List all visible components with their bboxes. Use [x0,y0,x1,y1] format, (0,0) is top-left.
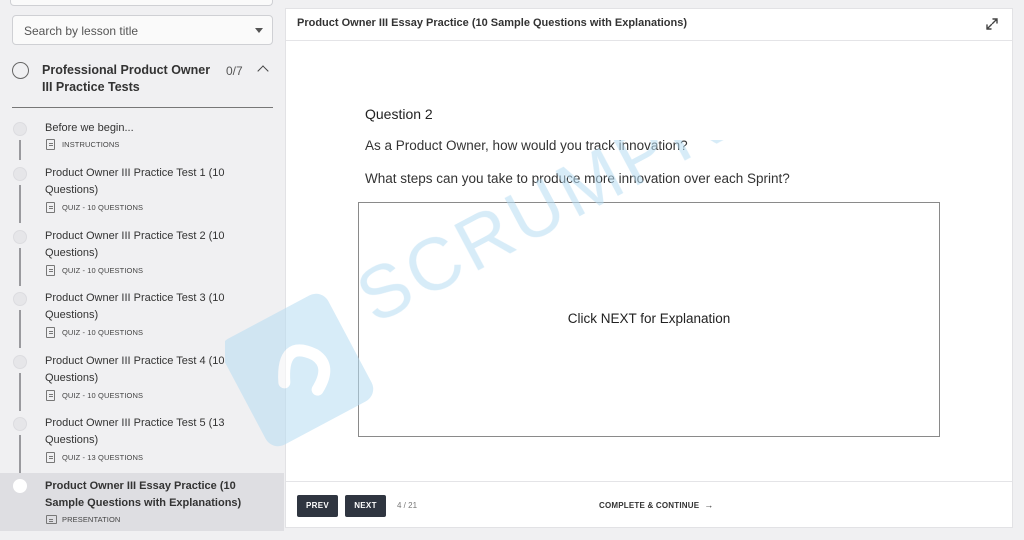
lesson-search-select[interactable]: Search by lesson title [12,15,273,45]
lesson-type: QUIZ - 10 QUESTIONS [62,391,144,400]
lesson-item[interactable]: Product Owner III Practice Test 2 (10 Qu… [0,226,284,288]
lesson-title: Product Owner III Practice Test 2 (10 Qu… [45,230,225,259]
lesson-title: Before we begin... [45,122,134,134]
course-sidebar: Search by lesson title Professional Prod… [0,0,284,540]
section-title: Professional Product Owner III Practice … [42,63,211,94]
lesson-item-active[interactable]: Product Owner III Essay Practice (10 Sam… [0,473,284,531]
chevron-up-icon[interactable] [257,65,269,77]
lesson-title: Product Owner III Essay Practice (10 Sam… [45,480,242,509]
page-counter: 4 / 21 [397,501,418,510]
presentation-icon [46,515,57,524]
lesson-status-dot [13,355,27,369]
lesson-status-dot [13,122,27,136]
timeline-connector [19,185,21,223]
question-number: Question 2 [365,106,433,122]
lesson-item[interactable]: Before we begin... INSTRUCTIONS [0,114,284,162]
lesson-status-dot [13,292,27,306]
lesson-title: Product Owner III Practice Test 3 (10 Qu… [45,292,225,321]
lesson-item[interactable]: Product Owner III Practice Test 1 (10 Qu… [0,163,284,225]
complete-continue-button[interactable]: COMPLETE & CONTINUE → [599,500,713,510]
search-placeholder: Search by lesson title [24,24,139,38]
quiz-icon [46,327,55,338]
timeline-connector [19,140,21,160]
lesson-content-panel: Product Owner III Essay Practice (10 Sam… [285,8,1013,528]
content-header: Product Owner III Essay Practice (10 Sam… [286,9,1012,41]
lesson-status-dot [13,417,27,431]
lesson-type: INSTRUCTIONS [62,140,120,149]
question-line-2: What steps can you take to produce more … [365,171,790,186]
quiz-icon [46,390,55,401]
caret-down-icon [255,28,263,33]
prev-button[interactable]: PREV [297,495,338,517]
lesson-status-dot [13,167,27,181]
lesson-item[interactable]: Product Owner III Practice Test 3 (10 Qu… [0,288,284,350]
complete-continue-label: COMPLETE & CONTINUE [599,501,700,510]
progress-ring-icon [12,62,29,79]
lesson-title: Product Owner III Practice Test 1 (10 Qu… [45,167,225,196]
section-header[interactable]: Professional Product Owner III Practice … [12,58,273,108]
question-line-1: As a Product Owner, how would you track … [365,138,688,153]
lesson-type: QUIZ - 13 QUESTIONS [62,453,144,462]
sidebar-top-edge [10,0,273,6]
lesson-title: Product Owner III Practice Test 4 (10 Qu… [45,355,225,384]
next-button[interactable]: NEXT [345,495,386,517]
document-icon [46,139,55,150]
lesson-item[interactable]: Product Owner III Practice Test 4 (10 Qu… [0,351,284,413]
timeline-connector [19,435,21,475]
lesson-item[interactable]: Product Owner III Practice Test 5 (13 Qu… [0,413,284,475]
timeline-connector [19,310,21,348]
lesson-footer: PREV NEXT 4 / 21 COMPLETE & CONTINUE → [286,481,1012,527]
expand-icon[interactable] [984,16,1000,32]
quiz-icon [46,265,55,276]
lesson-status-dot [13,230,27,244]
quiz-icon [46,202,55,213]
page-title: Product Owner III Essay Practice (10 Sam… [297,17,688,29]
lesson-type: QUIZ - 10 QUESTIONS [62,266,144,275]
lesson-type: QUIZ - 10 QUESTIONS [62,203,144,212]
arrow-right-icon: → [704,500,714,510]
timeline-connector [19,248,21,286]
timeline-connector [19,373,21,411]
lesson-title: Product Owner III Practice Test 5 (13 Qu… [45,417,225,446]
answer-placeholder-text: Click NEXT for Explanation [567,311,731,326]
lesson-status-dot [13,479,27,493]
answer-placeholder-box: Click NEXT for Explanation [358,202,940,437]
lesson-type: PRESENTATION [62,515,121,524]
quiz-icon [46,452,55,463]
section-progress-count: 0/7 [226,64,243,78]
lesson-type: QUIZ - 10 QUESTIONS [62,328,144,337]
